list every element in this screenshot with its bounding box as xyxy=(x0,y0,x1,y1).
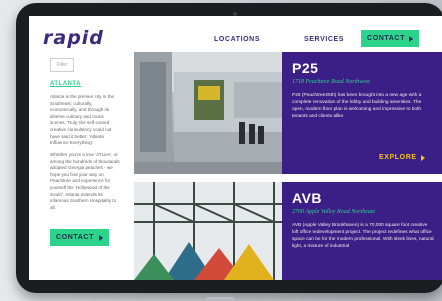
lobby-photo-illustration xyxy=(134,52,282,174)
listing-description: AVB (Apple Valley Brookhaven) is a 70,00… xyxy=(292,223,434,249)
loft-photo-illustration xyxy=(134,182,282,280)
sidebar-contact-button[interactable]: CONTACT xyxy=(50,229,109,246)
explore-label: EXPLORE xyxy=(379,154,417,161)
listing-photo-p25[interactable] xyxy=(134,52,282,174)
nav-contact-button[interactable]: CONTACT xyxy=(361,30,419,47)
play-arrow-icon xyxy=(408,35,413,42)
nav-services[interactable]: SERVICES xyxy=(304,36,344,43)
listing-title: P25 xyxy=(292,60,319,76)
listing-description: P25 (Peachtree25th) has been brought int… xyxy=(292,93,422,119)
play-arrow-icon xyxy=(98,234,103,241)
sidebar-contact-label: CONTACT xyxy=(56,234,94,241)
listing-address: 1718 Peachtree Road Northwest xyxy=(292,79,370,85)
city-link[interactable]: ATLANTA xyxy=(50,81,81,87)
listing-title: AVB xyxy=(292,190,323,206)
city-description: Atlanta is the premier city in the South… xyxy=(50,94,115,146)
explore-link[interactable]: EXPLORE xyxy=(379,154,425,161)
home-indicator xyxy=(206,297,234,300)
filter-input[interactable]: Filter xyxy=(50,58,74,72)
listing-address: 2700 Apple Valley Road Northeast xyxy=(292,209,375,215)
nav-contact-label: CONTACT xyxy=(367,35,405,42)
filter-placeholder: Filter xyxy=(56,62,68,68)
listing-card-p25[interactable]: P25 1718 Peachtree Road Northwest P25 (P… xyxy=(282,52,442,174)
city-description-2: Whether you're a true 'ATLien', or among… xyxy=(50,152,120,210)
nav-locations[interactable]: LOCATIONS xyxy=(214,36,260,43)
website-screen: rapid LOCATIONS SERVICES CONTACT Filter … xyxy=(29,16,442,280)
play-arrow-icon xyxy=(420,154,425,161)
brand-logo[interactable]: rapid xyxy=(43,27,104,49)
listing-card-avb[interactable]: AVB 2700 Apple Valley Road Northeast AVB… xyxy=(282,182,442,280)
listing-photo-avb[interactable] xyxy=(134,182,282,280)
